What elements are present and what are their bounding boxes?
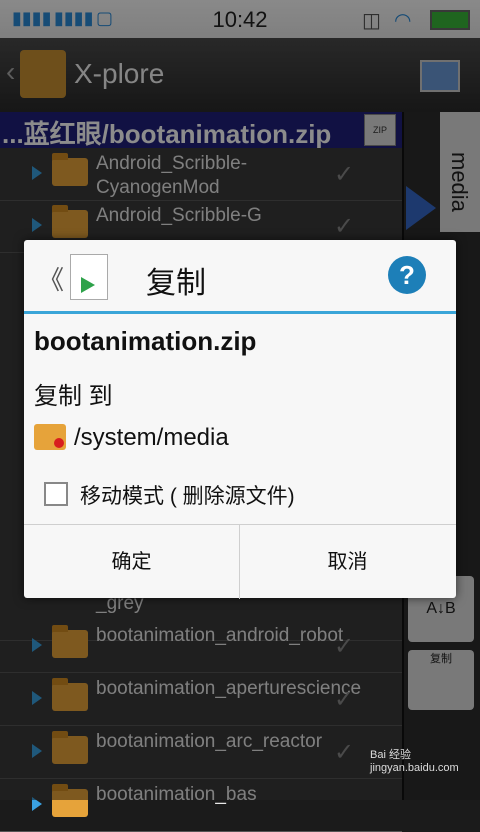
dialog-title: 复制 <box>146 267 206 300</box>
watermark: Bai 经验 jingyan.baidu.com <box>370 749 459 774</box>
dialog-divider <box>24 311 456 314</box>
destination-path[interactable]: /system/media <box>74 424 229 452</box>
file-name: bootanimation.zip <box>34 326 257 356</box>
move-mode-label: 移动模式 ( 删除源文件) <box>80 485 295 508</box>
folder-icon <box>34 424 66 450</box>
back-icon[interactable]: 《 <box>38 260 64 297</box>
copy-dialog: 《 复制 ? bootanimation.zip 复制 到 /system/me… <box>24 240 456 599</box>
copy-document-icon <box>70 254 108 300</box>
ok-button[interactable]: 确定 <box>24 525 240 599</box>
help-icon[interactable]: ? <box>388 256 426 294</box>
move-mode-checkbox[interactable] <box>44 482 68 506</box>
cancel-button[interactable]: 取消 <box>240 525 455 599</box>
dialog-buttons: 确定 取消 <box>24 524 456 599</box>
copy-to-label: 复制 到 <box>34 383 113 410</box>
dialog-header: 《 复制 ? <box>24 240 456 311</box>
